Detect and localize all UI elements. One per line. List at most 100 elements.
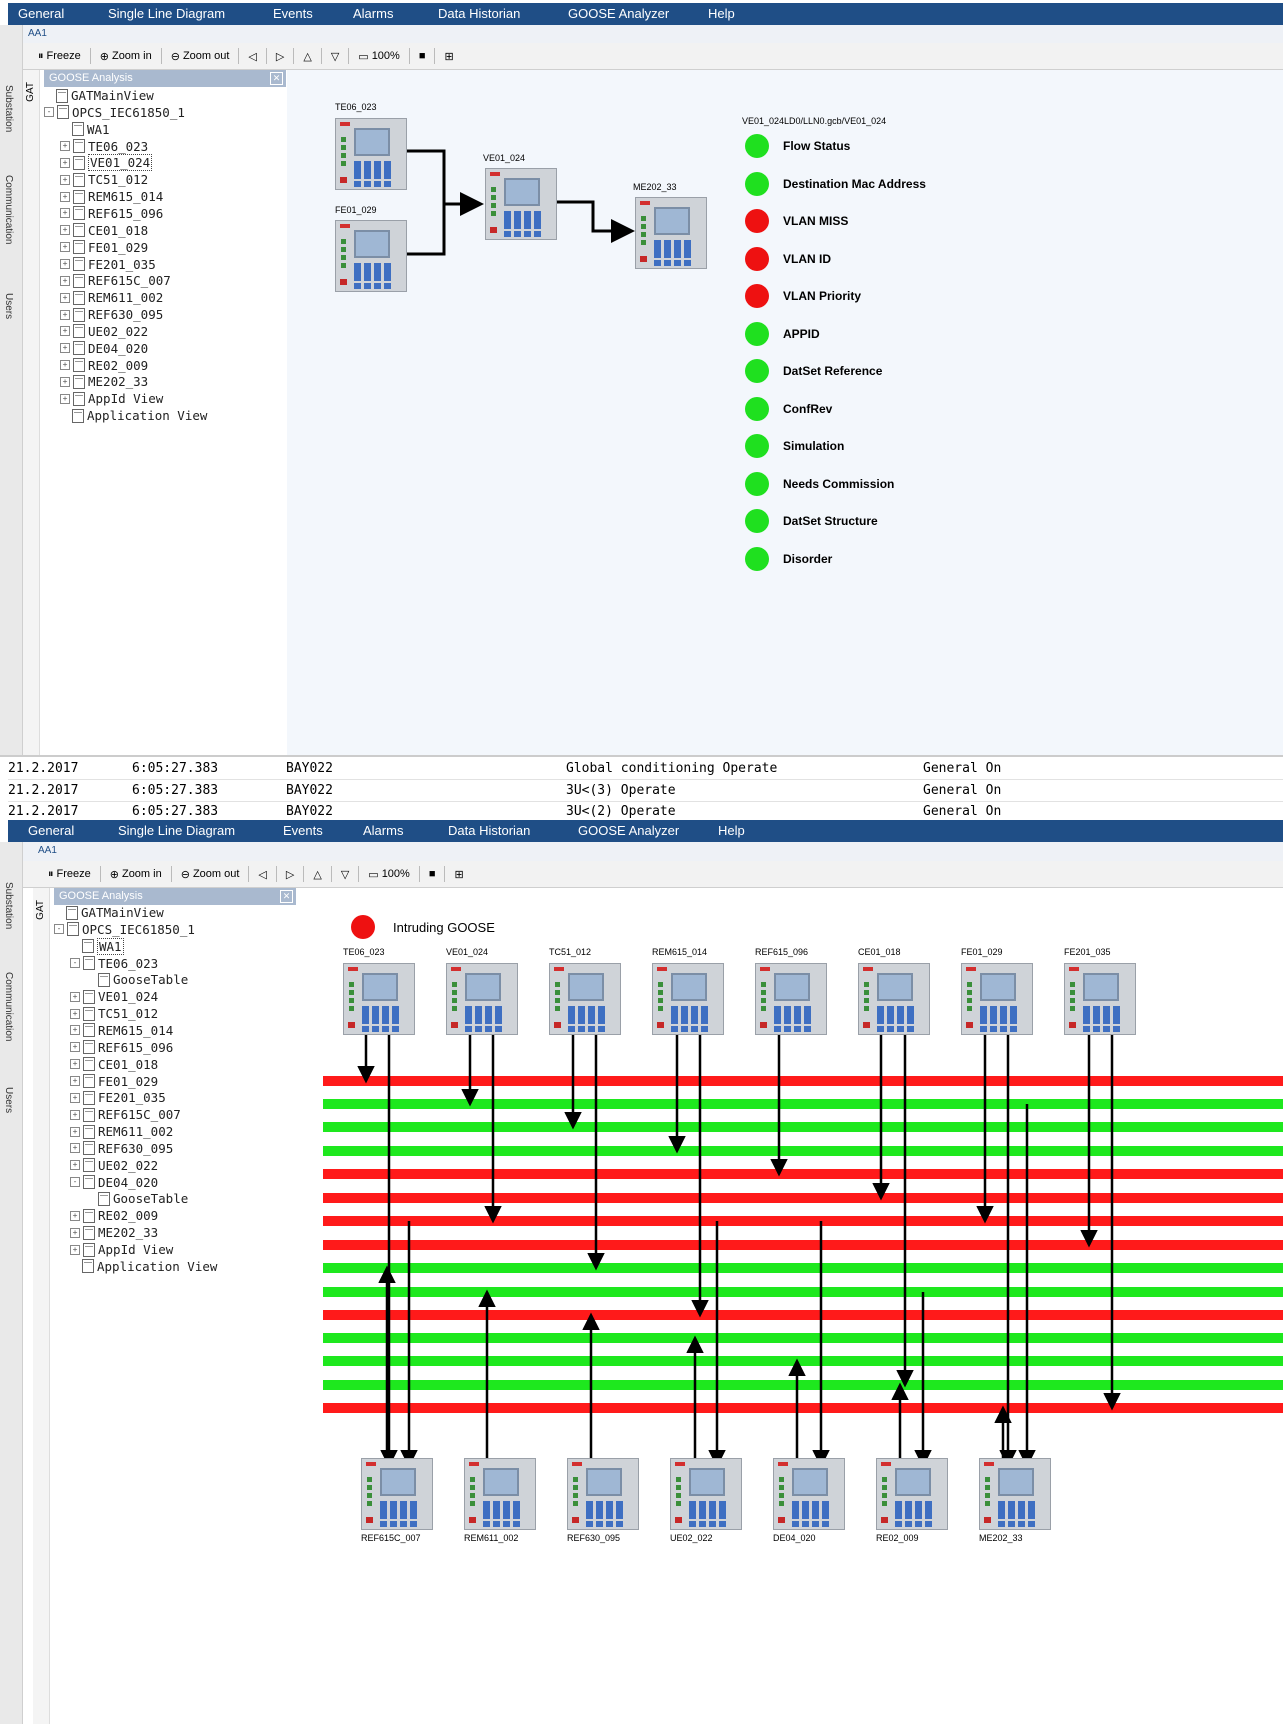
freeze-button[interactable]: ⏸ Freeze — [38, 50, 81, 63]
ied-device[interactable] — [567, 1458, 639, 1530]
menu-item[interactable]: Alarms — [363, 823, 403, 838]
ied-device[interactable] — [1064, 963, 1136, 1035]
expand-icon[interactable]: + — [60, 309, 70, 320]
event-row[interactable]: 21.2.2017 6:05:27.383 BAY022 Global conditi… — [8, 758, 1283, 780]
tree-item[interactable]: + TE06_023 — [60, 138, 148, 155]
tree-item[interactable]: + REM615_014 — [60, 188, 163, 205]
tab-communication[interactable]: Communication — [3, 175, 14, 244]
expand-icon[interactable]: + — [70, 1244, 80, 1255]
pan-left-icon[interactable]: ◁ — [248, 50, 256, 63]
tree-item[interactable]: + FE01_029 — [70, 1073, 158, 1090]
tree-item[interactable]: + FE01_029 — [60, 239, 148, 256]
ied-device[interactable] — [446, 963, 518, 1035]
tree-item[interactable]: + REM611_002 — [60, 289, 163, 306]
menu-item[interactable]: Single Line Diagram — [108, 6, 225, 21]
tree-item[interactable]: GATMainView — [54, 904, 164, 921]
ied-device[interactable] — [335, 220, 407, 292]
tree-item[interactable]: Application View — [70, 1258, 217, 1275]
tree-item[interactable]: + UE02_022 — [60, 323, 148, 340]
pan-up-icon[interactable]: △ — [313, 868, 321, 881]
expand-icon[interactable]: + — [70, 1008, 80, 1019]
ied-device[interactable] — [652, 963, 724, 1035]
tree-item[interactable]: + DE04_020 — [60, 340, 148, 357]
menu-item[interactable]: General — [18, 6, 64, 21]
expand-icon[interactable]: + — [60, 343, 70, 354]
tree-item[interactable]: + REM611_002 — [70, 1123, 173, 1140]
menu-item[interactable]: Data Historian — [448, 823, 530, 838]
tree-item[interactable]: + CE01_018 — [60, 222, 148, 239]
ied-device[interactable] — [464, 1458, 536, 1530]
tab-substation[interactable]: Substation — [3, 882, 14, 929]
close-icon[interactable]: ✕ — [280, 890, 293, 903]
pan-up-icon[interactable]: △ — [303, 50, 311, 63]
address-label[interactable]: AA1 — [38, 845, 57, 856]
expand-icon[interactable]: + — [70, 1092, 80, 1103]
freeze-button[interactable]: ⏸ Freeze — [48, 868, 91, 881]
gat-label[interactable]: GAT — [25, 82, 36, 102]
expand-icon[interactable]: + — [60, 393, 70, 404]
tree-item[interactable]: WA1 — [70, 937, 124, 955]
menu-item[interactable]: GOOSE Analyzer — [578, 823, 679, 838]
layout-icon[interactable]: ⊞ — [454, 868, 463, 881]
tree-item[interactable]: GATMainView — [44, 87, 154, 104]
expand-icon[interactable]: + — [70, 1059, 80, 1070]
expand-icon[interactable]: + — [60, 326, 70, 337]
tree-item[interactable]: + AppId View — [60, 390, 163, 407]
close-icon[interactable]: ✕ — [270, 72, 283, 85]
menu-item[interactable]: Help — [718, 823, 745, 838]
tree-item[interactable]: WA1 — [60, 121, 110, 138]
tree-item[interactable]: + FE201_035 — [70, 1089, 166, 1106]
menu-item[interactable]: Events — [273, 6, 313, 21]
pan-right-icon[interactable]: ▷ — [286, 868, 294, 881]
expand-icon[interactable]: + — [70, 1126, 80, 1137]
collapse-icon[interactable]: - — [54, 924, 64, 935]
expand-icon[interactable]: + — [60, 242, 70, 253]
tree-item[interactable]: Application View — [60, 407, 207, 424]
ied-device[interactable] — [858, 963, 930, 1035]
ied-device[interactable] — [635, 197, 707, 269]
tree-item[interactable]: + AppId View — [70, 1241, 173, 1258]
tree-item[interactable]: + REF615C_007 — [60, 272, 171, 289]
tab-users[interactable]: Users — [3, 1087, 14, 1113]
pan-down-icon[interactable]: ▽ — [331, 50, 339, 63]
zoom-in-button[interactable]: ⊕ Zoom in — [110, 868, 162, 881]
expand-icon[interactable]: + — [60, 292, 70, 303]
expand-icon[interactable]: + — [60, 225, 70, 236]
tree-item[interactable]: - OPCS_IEC61850_1 — [54, 921, 195, 938]
tree-item[interactable]: + REF615_096 — [70, 1039, 173, 1056]
expand-icon[interactable]: + — [60, 376, 70, 387]
tree-item[interactable]: + REM615_014 — [70, 1022, 173, 1039]
zoom-in-button[interactable]: ⊕ Zoom in — [100, 50, 152, 63]
menu-item[interactable]: GOOSE Analyzer — [568, 6, 669, 21]
zoom-level-button[interactable]: ▭ 100% — [358, 50, 400, 63]
expand-icon[interactable]: + — [70, 1160, 80, 1171]
event-row[interactable]: 21.2.2017 6:05:27.383 BAY022 3U<(3) Operate… — [8, 780, 1283, 802]
collapse-icon[interactable]: - — [70, 958, 80, 969]
gat-label[interactable]: GAT — [35, 900, 46, 920]
tree-item[interactable]: + RE02_009 — [60, 357, 148, 374]
ied-device[interactable] — [361, 1458, 433, 1530]
ied-device[interactable] — [773, 1458, 845, 1530]
tree-item[interactable]: + VE01_024 — [70, 988, 158, 1005]
tree-item[interactable]: + TC51_012 — [70, 1005, 158, 1022]
ied-device[interactable] — [979, 1458, 1051, 1530]
tree-item[interactable]: + FE201_035 — [60, 256, 156, 273]
zoom-out-button[interactable]: ⊖ Zoom out — [181, 868, 240, 881]
expand-icon[interactable]: + — [60, 157, 70, 168]
tree-item[interactable]: + REF630_095 — [70, 1140, 173, 1157]
pan-down-icon[interactable]: ▽ — [341, 868, 349, 881]
tree-item[interactable]: + UE02_022 — [70, 1157, 158, 1174]
zoom-out-button[interactable]: ⊖ Zoom out — [171, 50, 230, 63]
expand-icon[interactable]: + — [70, 1210, 80, 1221]
expand-icon[interactable]: + — [70, 991, 80, 1002]
expand-icon[interactable]: + — [60, 191, 70, 202]
ied-device[interactable] — [961, 963, 1033, 1035]
expand-icon[interactable]: + — [60, 275, 70, 286]
expand-icon[interactable]: + — [60, 360, 70, 371]
expand-icon[interactable]: + — [70, 1109, 80, 1120]
pan-left-icon[interactable]: ◁ — [258, 868, 266, 881]
tree-item[interactable]: + CE01_018 — [70, 1056, 158, 1073]
ied-device[interactable] — [755, 963, 827, 1035]
ied-device[interactable] — [485, 168, 557, 240]
layout-icon[interactable]: ⊞ — [444, 50, 453, 63]
